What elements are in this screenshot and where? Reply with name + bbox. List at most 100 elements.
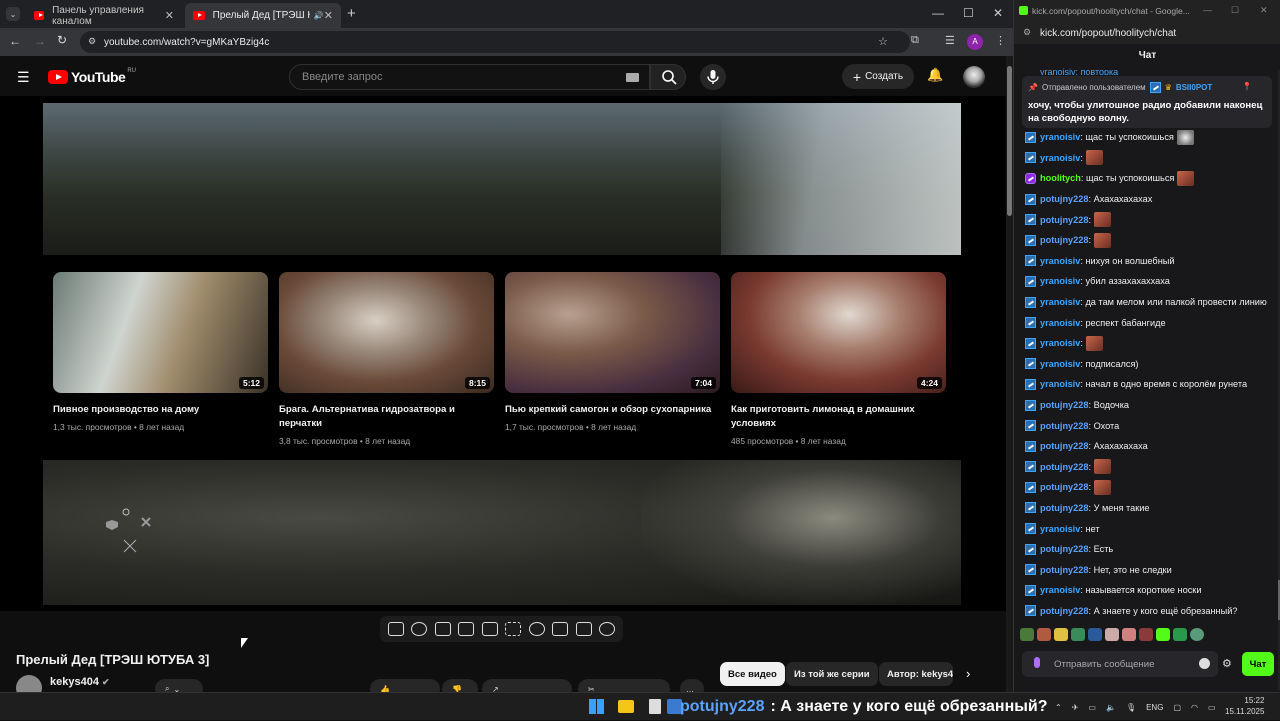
chat-username[interactable]: potujny228 xyxy=(1040,606,1089,616)
chevron-down-icon[interactable]: ⌄ xyxy=(1255,98,1264,111)
chat-message[interactable]: yranoisiv: респект бабангиде xyxy=(1025,312,1279,333)
microphone-icon[interactable] xyxy=(1034,657,1040,668)
chat-message[interactable]: yranoisiv: щас ты успокоишься xyxy=(1025,127,1279,148)
create-button[interactable]: + Создать xyxy=(842,64,914,89)
chip-all-videos[interactable]: Все видео xyxy=(720,662,785,686)
emote-icon[interactable] xyxy=(1190,628,1204,641)
chat-message[interactable]: yranoisiv: нихуя он волшебный xyxy=(1025,251,1279,272)
wifi-icon[interactable]: ◠ xyxy=(1191,703,1198,712)
close-window-button[interactable]: ✕ xyxy=(993,6,1003,20)
add-frame-icon[interactable] xyxy=(552,622,569,636)
display-icon[interactable]: ▢ xyxy=(1173,703,1181,712)
extensions-icon[interactable]: ⧉ xyxy=(911,34,919,47)
chat-send-button[interactable]: Чат xyxy=(1242,652,1274,676)
chat-username[interactable]: potujny228 xyxy=(1040,482,1089,492)
chat-message[interactable]: yranoisiv: да там мелом или палкой прове… xyxy=(1025,292,1279,313)
emote-icon[interactable] xyxy=(1037,628,1051,641)
site-info-icon[interactable]: ⚙ xyxy=(1023,27,1031,38)
chat-message[interactable]: potujny228: Ахахахахаха xyxy=(1025,436,1279,457)
chat-message[interactable]: yranoisiv: убил аззахахаххаха xyxy=(1025,271,1279,292)
network-icon[interactable]: ▭ xyxy=(1088,703,1096,712)
search-input[interactable]: Введите запрос xyxy=(289,64,650,90)
video-thumbnail[interactable]: 8:15 xyxy=(279,272,494,393)
video-title[interactable]: Брага. Альтернатива гидрозатвора и перча… xyxy=(279,403,494,431)
chat-username[interactable]: hoolitych xyxy=(1040,173,1081,183)
endscreen-video-card[interactable]: 8:15 Брага. Альтернатива гидрозатвора и … xyxy=(279,272,494,446)
tab-channel-dashboard[interactable]: Панель управления каналом ✕ xyxy=(26,3,182,28)
close-tab-icon[interactable]: ✕ xyxy=(165,9,174,22)
taskbar-app-icon[interactable] xyxy=(649,699,661,714)
chat-username[interactable]: potujny228 xyxy=(1040,544,1089,554)
search-button[interactable] xyxy=(650,64,686,90)
chat-message[interactable]: potujny228: У меня такие xyxy=(1025,498,1279,519)
chat-username[interactable]: yranoisiv xyxy=(1040,276,1080,286)
chat-message[interactable]: yranoisiv: xyxy=(1025,333,1279,354)
chat-message[interactable]: potujny228: Есть xyxy=(1025,539,1279,560)
chat-username[interactable]: yranoisiv xyxy=(1040,338,1080,348)
video-title[interactable]: Пивное производство на дому xyxy=(53,403,268,417)
channel-name[interactable]: kekys404 ✔ xyxy=(50,676,110,688)
loop-icon[interactable] xyxy=(387,622,404,636)
theater-icon[interactable] xyxy=(505,622,522,636)
chat-username[interactable]: yranoisiv xyxy=(1040,318,1080,328)
emote-icon[interactable] xyxy=(1020,628,1034,641)
chat-username[interactable]: yranoisiv xyxy=(1040,524,1080,534)
battery-icon[interactable]: ▭ xyxy=(1208,703,1216,712)
chat-username[interactable]: yranoisiv xyxy=(1040,132,1080,142)
emote-icon[interactable] xyxy=(1071,628,1085,641)
video-thumbnail[interactable]: 4:24 xyxy=(731,272,946,393)
emote-icon[interactable] xyxy=(1054,628,1068,641)
chat-message[interactable]: yranoisiv: нет xyxy=(1025,518,1279,539)
picture-in-picture-icon[interactable] xyxy=(481,622,498,636)
chat-message[interactable]: potujny228: Нет, это не следки xyxy=(1025,559,1279,580)
endscreen-video-card[interactable]: 4:24 Как приготовить лимонад в домашних … xyxy=(731,272,946,446)
endscreen-video-card[interactable]: 7:04 Пью крепкий самогон и обзор сухопар… xyxy=(505,272,720,432)
audio-icon[interactable] xyxy=(411,622,428,636)
chat-message-list[interactable]: yranoisiv: щас ты успокоишься yranoisiv: h… xyxy=(1025,127,1279,621)
system-clock[interactable]: 15:22 15.11.2025 xyxy=(1225,695,1264,717)
emote-icon[interactable] xyxy=(1156,628,1170,641)
chat-message[interactable]: yranoisiv: xyxy=(1025,148,1279,169)
emote-icon[interactable] xyxy=(1173,628,1187,641)
chat-message[interactable]: potujny228: Ахахахахахах xyxy=(1025,189,1279,210)
url-field[interactable]: ⚙ youtube.com/watch?v=gMKaYBzig4c ☆ xyxy=(80,31,910,53)
maximize-button[interactable]: ☐ xyxy=(963,6,974,20)
start-menu-icon[interactable] xyxy=(589,699,604,714)
chat-username[interactable]: yranoisiv xyxy=(1040,379,1080,389)
video-thumbnail[interactable]: 5:12 xyxy=(53,272,268,393)
chat-username[interactable]: potujny228 xyxy=(1040,462,1089,472)
minimize-button[interactable]: — xyxy=(932,6,944,20)
voice-search-button[interactable] xyxy=(700,64,726,90)
notifications-bell-icon[interactable]: 🔔 xyxy=(927,67,943,83)
chat-message[interactable]: potujny228: Охота xyxy=(1025,415,1279,436)
chat-username[interactable]: potujny228 xyxy=(1040,235,1089,245)
chat-message[interactable]: yranoisiv: подписался) xyxy=(1025,354,1279,375)
profile-avatar[interactable]: A xyxy=(967,34,983,50)
chat-message[interactable]: potujny228: А знаете у кого ещё обрезанн… xyxy=(1025,601,1279,622)
chip-from-author[interactable]: Автор: kekys40 xyxy=(879,662,953,686)
file-explorer-icon[interactable] xyxy=(618,700,634,713)
close-window-button[interactable]: ✕ xyxy=(1260,5,1268,16)
chat-message[interactable]: potujny228: xyxy=(1025,209,1279,230)
speed-icon[interactable] xyxy=(528,622,545,636)
volume-icon[interactable]: 🔈 xyxy=(1106,703,1116,712)
chat-message[interactable]: potujny228: xyxy=(1025,457,1279,478)
video-thumbnail[interactable]: 7:04 xyxy=(505,272,720,393)
speaker-icon[interactable]: 🔊 xyxy=(314,11,324,20)
telegram-icon[interactable]: ✈ xyxy=(1072,703,1079,712)
video-title[interactable]: Как приготовить лимонад в домашних услов… xyxy=(731,403,946,431)
chat-username[interactable]: potujny228 xyxy=(1040,400,1089,410)
chat-message[interactable]: yranoisiv: начал в одно время с королём … xyxy=(1025,374,1279,395)
chat-username[interactable]: potujny228 xyxy=(1040,441,1089,451)
chat-username[interactable]: potujny228 xyxy=(1040,215,1089,225)
video-title[interactable]: Пью крепкий самогон и обзор сухопарника xyxy=(505,403,720,417)
maximize-button[interactable]: ☐ xyxy=(1231,5,1239,16)
reload-icon[interactable]: ↻ xyxy=(57,33,67,47)
emote-icon[interactable] xyxy=(1088,628,1102,641)
scrollbar-thumb[interactable] xyxy=(1007,66,1012,216)
chat-url-bar[interactable]: ⚙ kick.com/popout/hoolitych/chat xyxy=(1014,22,1280,44)
site-info-icon[interactable]: ⚙ xyxy=(88,36,96,47)
media-control-icon[interactable]: ☰ xyxy=(945,34,955,47)
settings-gear-icon[interactable] xyxy=(599,622,616,636)
chevron-right-icon[interactable]: › xyxy=(966,666,970,681)
